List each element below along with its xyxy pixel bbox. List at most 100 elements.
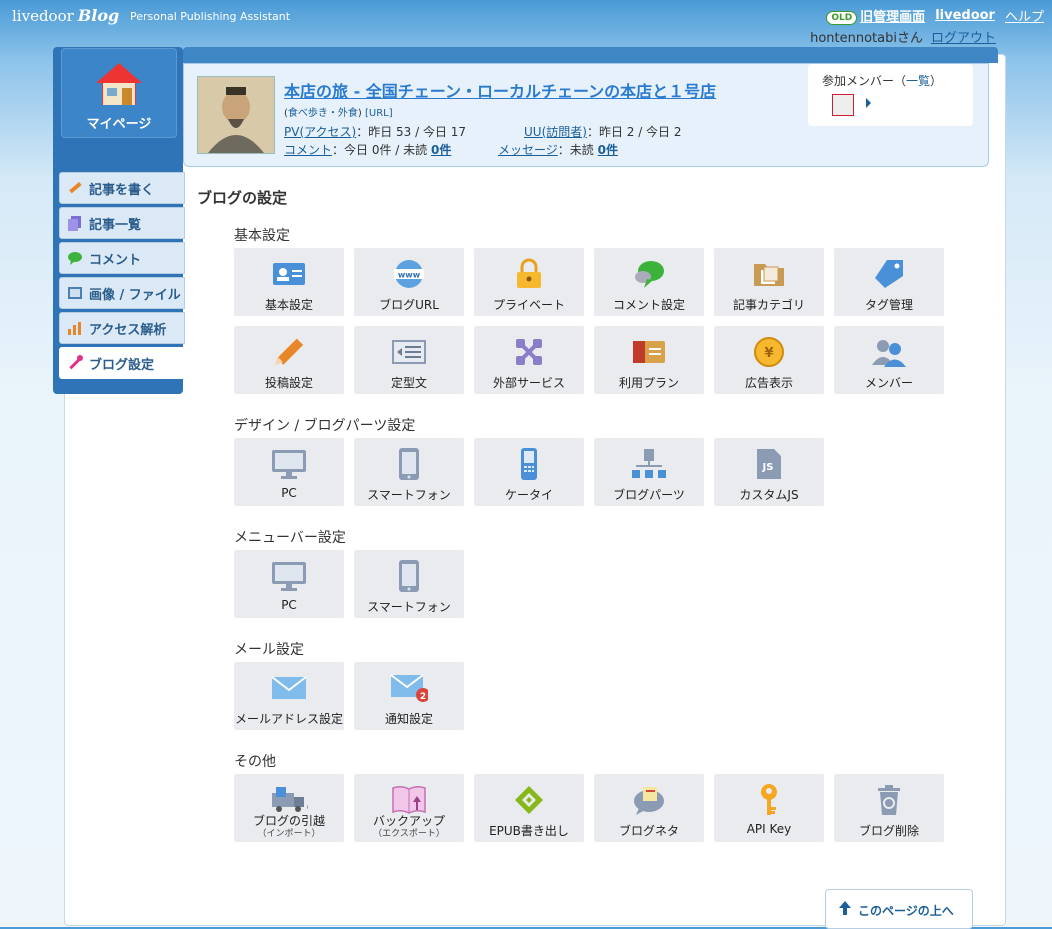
members-title: 参加メンバー（一覧）	[822, 74, 943, 88]
monitor-icon	[270, 560, 308, 592]
tile-label: ケータイ	[504, 488, 553, 502]
settings-tile-folder[interactable]: 記事カテゴリ	[714, 248, 824, 316]
mypage-button[interactable]: マイページ	[61, 48, 177, 138]
section-other: その他	[234, 754, 276, 770]
settings-tile-envelope[interactable]: メールアドレス設定	[234, 662, 344, 730]
settings-tile-plan-card[interactable]: 利用プラン	[594, 326, 704, 394]
tile-label: API Key	[746, 822, 792, 836]
settings-tile-monitor[interactable]: PC	[234, 438, 344, 506]
settings-tile-www-globe[interactable]: www ブログURL	[354, 248, 464, 316]
back-to-top-label: このページの上へ	[858, 904, 954, 918]
feature-phone-icon	[510, 448, 548, 480]
tile-label: ブログパーツ	[613, 488, 685, 502]
tile-label: プライベート	[492, 298, 565, 312]
settings-tile-yen-coin[interactable]: ¥ 広告表示	[714, 326, 824, 394]
folder-icon	[750, 258, 788, 290]
tile-label: PC	[281, 598, 297, 612]
pv-stat: PV(アクセス)：昨日 53 / 今日 17	[284, 125, 467, 139]
settings-tile-book-export[interactable]: バックアップ （エクスポート）	[354, 774, 464, 842]
settings-tile-template-text[interactable]: 定型文	[354, 326, 464, 394]
user-line: hontennotabiさん ログアウト	[810, 27, 996, 46]
settings-tile-users[interactable]: メンバー	[834, 326, 944, 394]
settings-tile-key[interactable]: API Key	[714, 774, 824, 842]
nav-write-post[interactable]: 記事を書く	[59, 172, 185, 204]
help-link[interactable]: ヘルプ	[1005, 6, 1044, 25]
pencil-icon	[67, 180, 83, 196]
tile-sublabel: （インポート）	[257, 829, 321, 839]
tile-label: タグ管理	[864, 298, 913, 312]
settings-tile-speech-bubble[interactable]: コメント設定	[594, 248, 704, 316]
nav-comments[interactable]: コメント	[59, 242, 185, 274]
nav-images-files[interactable]: 画像 / ファイル	[59, 277, 185, 309]
blog-url-link[interactable]: [URL]	[365, 108, 393, 119]
uu-link[interactable]: UU(訪問者)	[524, 125, 587, 139]
settings-tile-pencil[interactable]: 投稿設定	[234, 326, 344, 394]
settings-tile-id-card[interactable]: 基本設定	[234, 248, 344, 316]
message-link[interactable]: メッセージ	[498, 143, 558, 157]
settings-tile-trash[interactable]: ブログ削除	[834, 774, 944, 842]
section-menubar: メニューバー設定	[234, 530, 346, 546]
settings-tile-blog-parts[interactable]: ブログパーツ	[594, 438, 704, 506]
section-basic: 基本設定	[234, 228, 290, 244]
blog-title-link[interactable]: 本店の旅 - 全国チェーン・ローカルチェーンの本店と１号店	[284, 78, 716, 102]
settings-tile-puzzle[interactable]: 外部サービス	[474, 326, 584, 394]
yen-coin-icon: ¥	[750, 336, 788, 368]
members-list-link[interactable]: 一覧	[906, 74, 930, 88]
tile-label: EPUB書き出し	[489, 824, 569, 838]
comment-unread-link[interactable]: 0件	[431, 143, 451, 157]
nav-access-analytics[interactable]: アクセス解析	[59, 312, 185, 344]
portrait-image	[198, 77, 274, 153]
members-box: 参加メンバー（一覧）	[808, 64, 973, 126]
livedoor-blog-logo[interactable]: livedoor Blog	[12, 6, 119, 25]
tile-label: メンバー	[864, 376, 913, 390]
blog-avatar[interactable]	[197, 76, 275, 154]
blog-category-link[interactable]: 食べ歩き・外食	[288, 108, 358, 119]
livedoor-link[interactable]: livedoor	[935, 8, 995, 23]
puzzle-icon	[510, 336, 548, 368]
nav-post-list[interactable]: 記事一覧	[59, 207, 185, 239]
settings-tile-lock[interactable]: プライベート	[474, 248, 584, 316]
settings-tile-monitor[interactable]: PC	[234, 550, 344, 618]
settings-tile-envelope-notification[interactable]: 2 通知設定	[354, 662, 464, 730]
page-title: ブログの設定	[197, 189, 288, 207]
settings-tile-moving-truck[interactable]: ブログの引越 （インポート）	[234, 774, 344, 842]
tile-label: スマートフォン	[367, 488, 451, 502]
smartphone-icon	[390, 448, 428, 480]
settings-tile-tag[interactable]: タグ管理	[834, 248, 944, 316]
tile-label: カスタムJS	[739, 488, 799, 502]
tile-label: ブログネタ	[618, 824, 679, 838]
tile-label: ブログURL	[379, 298, 439, 312]
tile-label: 外部サービス	[492, 376, 565, 390]
image-icon	[67, 285, 83, 301]
tile-label: スマートフォン	[367, 600, 451, 614]
section-design: デザイン / ブログパーツ設定	[234, 418, 416, 434]
pv-link[interactable]: PV(アクセス)	[284, 125, 356, 139]
blog-category-line: (食べ歩き・外食) [URL]	[284, 108, 393, 119]
tile-label: ブログ削除	[858, 824, 919, 838]
nav-label: 記事を書く	[89, 182, 155, 198]
settings-tile-epub[interactable]: EPUB書き出し	[474, 774, 584, 842]
tile-label: PC	[281, 486, 297, 500]
js-file-icon: JS	[750, 448, 788, 480]
back-to-top-button[interactable]: このページの上へ	[825, 889, 973, 929]
nav-blog-settings[interactable]: ブログ設定	[59, 347, 185, 379]
bar-chart-icon	[67, 320, 83, 336]
settings-tile-smartphone[interactable]: スマートフォン	[354, 550, 464, 618]
settings-tile-feature-phone[interactable]: ケータイ	[474, 438, 584, 506]
comment-link[interactable]: コメント	[284, 143, 332, 157]
tile-label: 基本設定	[264, 298, 313, 312]
tile-sublabel: （エクスポート）	[373, 829, 445, 839]
old-admin-link[interactable]: OLD 旧管理画面	[826, 6, 925, 25]
next-arrow-icon[interactable]	[866, 98, 871, 108]
logout-link[interactable]: ログアウト	[931, 31, 996, 46]
users-icon	[870, 336, 908, 368]
settings-tile-js-file[interactable]: JS カスタムJS	[714, 438, 824, 506]
member-avatar[interactable]	[832, 94, 854, 116]
message-unread-link[interactable]: 0件	[598, 143, 618, 157]
svg-text:2: 2	[420, 692, 426, 702]
settings-tile-blog-neta[interactable]: ブログネタ	[594, 774, 704, 842]
monitor-icon	[270, 448, 308, 480]
tile-label: 利用プラン	[618, 376, 679, 390]
tile-label: コメント設定	[612, 298, 685, 312]
settings-tile-smartphone[interactable]: スマートフォン	[354, 438, 464, 506]
